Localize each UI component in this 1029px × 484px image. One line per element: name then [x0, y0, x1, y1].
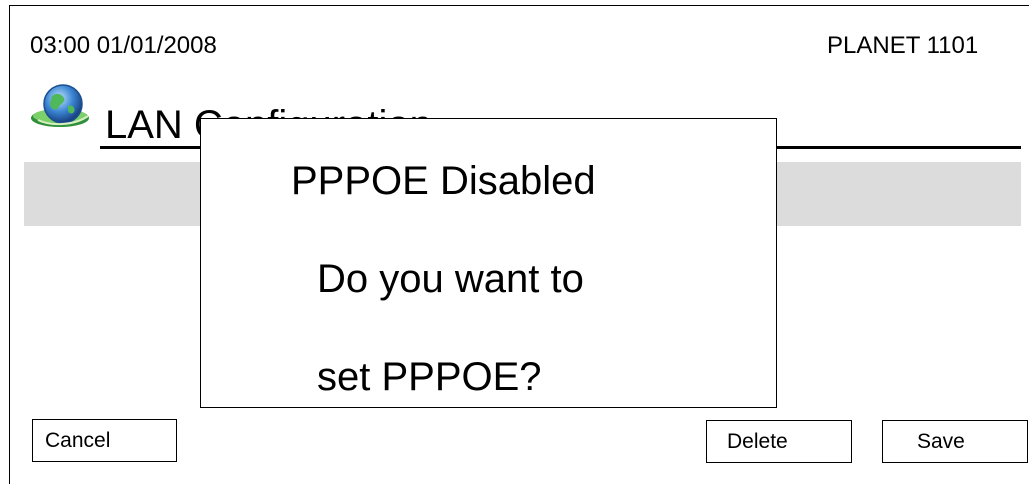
pppoe-dialog[interactable]: PPPOE Disabled Do you want to set PPPOE? [200, 118, 777, 408]
device-name: PLANET 1101 [827, 32, 979, 59]
globe-icon [31, 84, 89, 127]
dialog-question-line2: set PPPOE? [317, 355, 542, 399]
cancel-button[interactable]: Cancel [32, 419, 177, 462]
save-button[interactable]: Save [882, 420, 1028, 463]
dialog-question-line1: Do you want to [317, 257, 584, 301]
dialog-title: PPPOE Disabled [291, 159, 596, 203]
delete-button[interactable]: Delete [706, 420, 852, 463]
datetime-display: 03:00 01/01/2008 [30, 32, 217, 59]
